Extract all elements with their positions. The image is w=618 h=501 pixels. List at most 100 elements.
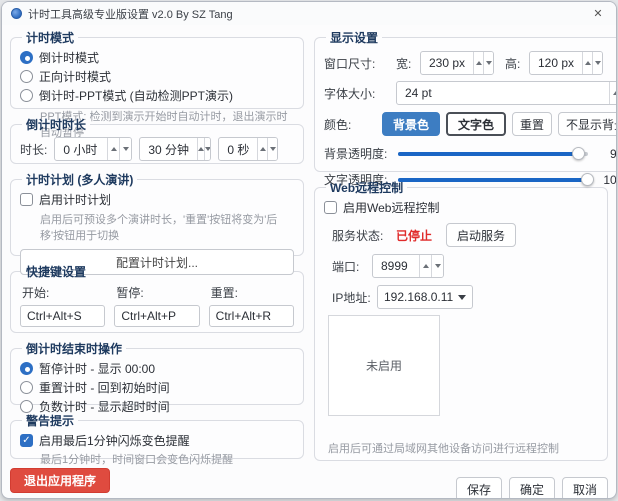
right-column: 显示设置 窗口尺寸: 宽: 230 px 高: 120 px bbox=[314, 29, 608, 498]
group-display-settings: 显示设置 窗口尺寸: 宽: 230 px 高: 120 px bbox=[314, 29, 617, 172]
spin-down-icon[interactable] bbox=[204, 138, 211, 160]
spin-up-icon[interactable] bbox=[197, 138, 204, 160]
enable-timer-plan-checkbox[interactable]: 启用计时计划 bbox=[20, 191, 294, 208]
bg-opacity-value: 95% bbox=[594, 147, 617, 161]
checkmark-icon: ✓ bbox=[22, 436, 30, 446]
radio-label: 重置计时 - 回到初始时间 bbox=[39, 379, 170, 396]
radio-icon bbox=[20, 51, 33, 64]
radio-icon bbox=[20, 400, 33, 413]
save-button[interactable]: 保存 bbox=[456, 477, 502, 499]
seconds-value[interactable]: 0 秒 bbox=[219, 138, 257, 160]
radio-icon bbox=[20, 362, 33, 375]
radio-countdown-mode[interactable]: 倒计时模式 bbox=[20, 49, 294, 66]
minutes-stepper[interactable]: 30 分钟 bbox=[139, 137, 211, 161]
settings-window: 计时工具高级专业版设置 v2.0 By SZ Tang ✕ 计时模式 倒计时模式… bbox=[1, 1, 617, 499]
group-timer-plan: 计时计划 (多人演讲) 启用计时计划 启用后可预设多个演讲时长，'重置'按钮将变… bbox=[10, 171, 304, 256]
enable-flash-warning-checkbox[interactable]: ✓ 启用最后1分钟闪烁变色提醒 bbox=[20, 432, 294, 449]
spin-up-icon[interactable] bbox=[107, 138, 119, 160]
spin-down-icon[interactable] bbox=[483, 52, 493, 74]
group-timer-mode-title: 计时模式 bbox=[22, 29, 78, 46]
group-timer-mode: 计时模式 倒计时模式 正向计时模式 倒计时-PPT模式 (自动检测PPT演示) … bbox=[10, 29, 304, 109]
height-label: 高: bbox=[505, 55, 529, 72]
spin-up-icon[interactable] bbox=[257, 138, 267, 160]
spin-up-icon[interactable] bbox=[473, 52, 483, 74]
group-warning-title: 警告提示 bbox=[22, 412, 78, 429]
qr-placeholder-text: 未启用 bbox=[366, 357, 402, 374]
hours-value[interactable]: 0 小时 bbox=[55, 138, 107, 160]
port-value[interactable]: 8999 bbox=[373, 255, 419, 277]
spin-down-icon[interactable] bbox=[119, 138, 131, 160]
slider-thumb[interactable] bbox=[581, 173, 594, 186]
hours-stepper[interactable]: 0 小时 bbox=[54, 137, 132, 161]
bg-opacity-slider[interactable] bbox=[398, 152, 588, 156]
radio-ppt-mode[interactable]: 倒计时-PPT模式 (自动检测PPT演示) bbox=[20, 87, 294, 104]
checkbox-icon bbox=[20, 193, 33, 206]
spin-down-icon[interactable] bbox=[592, 52, 602, 74]
font-size-stepper[interactable]: 24 pt bbox=[396, 81, 617, 105]
qr-code-placeholder: 未启用 bbox=[328, 315, 440, 416]
duration-label: 时长: bbox=[20, 141, 47, 158]
spin-down-icon[interactable] bbox=[267, 138, 277, 160]
spin-up-icon[interactable] bbox=[582, 52, 592, 74]
spin-up-icon[interactable] bbox=[419, 255, 431, 277]
group-hotkeys-title: 快捷键设置 bbox=[22, 263, 90, 280]
group-end-action-title: 倒计时结束时操作 bbox=[22, 340, 126, 357]
group-warning: 警告提示 ✓ 启用最后1分钟闪烁变色提醒 最后1分钟时，时间窗口会变色闪烁提醒 bbox=[10, 412, 304, 459]
radio-end-pause[interactable]: 暂停计时 - 显示 00:00 bbox=[20, 360, 294, 377]
ok-button[interactable]: 确定 bbox=[509, 477, 555, 499]
warning-hint: 最后1分钟时，时间窗口会变色闪烁提醒 bbox=[40, 451, 294, 467]
radio-label: 倒计时-PPT模式 (自动检测PPT演示) bbox=[39, 87, 233, 104]
spin-down-icon[interactable] bbox=[431, 255, 443, 277]
spin-up-icon[interactable] bbox=[609, 82, 617, 104]
reset-color-button[interactable]: 重置 bbox=[512, 112, 552, 136]
window-height-stepper[interactable]: 120 px bbox=[529, 51, 603, 75]
ip-address-label: IP地址: bbox=[332, 289, 377, 306]
radio-countup-mode[interactable]: 正向计时模式 bbox=[20, 68, 294, 85]
slider-thumb[interactable] bbox=[572, 147, 585, 160]
radio-label: 正向计时模式 bbox=[39, 68, 111, 85]
color-label: 颜色: bbox=[324, 116, 376, 133]
port-stepper[interactable]: 8999 bbox=[372, 254, 444, 278]
minutes-value[interactable]: 30 分钟 bbox=[140, 138, 197, 160]
window-height-value[interactable]: 120 px bbox=[530, 52, 582, 74]
ip-address-value: 192.168.0.11 bbox=[384, 290, 453, 304]
left-column: 计时模式 倒计时模式 正向计时模式 倒计时-PPT模式 (自动检测PPT演示) … bbox=[10, 29, 304, 498]
text-color-button[interactable]: 文字色 bbox=[446, 112, 506, 136]
checkbox-label: 启用最后1分钟闪烁变色提醒 bbox=[39, 432, 190, 449]
radio-label: 暂停计时 - 显示 00:00 bbox=[39, 360, 155, 377]
start-service-button[interactable]: 启动服务 bbox=[446, 223, 516, 247]
ip-address-select[interactable]: 192.168.0.11 bbox=[377, 285, 473, 309]
no-background-button[interactable]: 不显示背景 bbox=[558, 112, 617, 136]
radio-end-reset[interactable]: 重置计时 - 回到初始时间 bbox=[20, 379, 294, 396]
group-end-action: 倒计时结束时操作 暂停计时 - 显示 00:00 重置计时 - 回到初始时间 负… bbox=[10, 340, 304, 405]
enable-web-remote-checkbox[interactable]: 启用Web远程控制 bbox=[324, 199, 598, 216]
title-bar: 计时工具高级专业版设置 v2.0 By SZ Tang ✕ bbox=[2, 2, 616, 25]
radio-label: 倒计时模式 bbox=[39, 49, 99, 66]
cancel-button[interactable]: 取消 bbox=[562, 477, 608, 499]
background-color-button[interactable]: 背景色 bbox=[382, 112, 440, 136]
font-size-label: 字体大小: bbox=[324, 85, 396, 102]
font-size-value[interactable]: 24 pt bbox=[397, 82, 609, 104]
close-icon[interactable]: ✕ bbox=[589, 7, 607, 20]
hotkey-pause-input[interactable] bbox=[114, 305, 199, 327]
text-opacity-slider[interactable] bbox=[398, 178, 588, 182]
web-remote-hint: 启用后可通过局域网其他设备访问进行远程控制 bbox=[328, 440, 598, 456]
radio-icon bbox=[20, 381, 33, 394]
service-status-label: 服务状态: bbox=[332, 227, 396, 244]
group-display-settings-title: 显示设置 bbox=[326, 29, 382, 46]
radio-icon bbox=[20, 89, 33, 102]
hotkey-reset-input[interactable] bbox=[209, 305, 294, 327]
group-web-remote: Web远程控制 启用Web远程控制 服务状态: 已停止 启动服务 端口: 899… bbox=[314, 179, 608, 461]
exit-app-button[interactable]: 退出应用程序 bbox=[10, 468, 110, 493]
seconds-stepper[interactable]: 0 秒 bbox=[218, 137, 278, 161]
window-title: 计时工具高级专业版设置 v2.0 By SZ Tang bbox=[28, 6, 589, 22]
window-width-stepper[interactable]: 230 px bbox=[420, 51, 494, 75]
window-width-value[interactable]: 230 px bbox=[421, 52, 473, 74]
hotkey-start-input[interactable] bbox=[20, 305, 105, 327]
service-status-value: 已停止 bbox=[396, 227, 432, 244]
port-label: 端口: bbox=[332, 258, 372, 275]
checkbox-icon: ✓ bbox=[20, 434, 33, 447]
group-web-remote-title: Web远程控制 bbox=[326, 179, 407, 196]
window-size-label: 窗口尺寸: bbox=[324, 55, 396, 72]
group-countdown-duration-title: 倒计时时长 bbox=[22, 116, 90, 133]
